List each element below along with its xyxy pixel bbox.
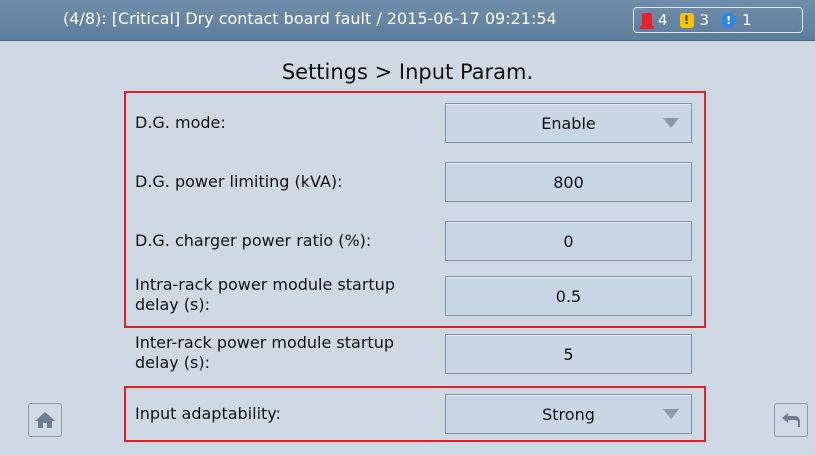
page-title: Settings > Input Param. (281, 60, 534, 84)
critical-count: 4 (658, 11, 668, 29)
home-icon (35, 412, 55, 428)
minor-count: 1 (742, 11, 752, 29)
back-button[interactable] (774, 403, 808, 437)
alarm-message[interactable]: (4/8): [Critical] Dry contact board faul… (63, 9, 557, 28)
highlight-box (124, 91, 706, 328)
alarm-bar[interactable]: (4/8): [Critical] Dry contact board faul… (0, 0, 815, 41)
inter-rack-delay-label: Inter-rack power module startup delay (s… (135, 333, 394, 373)
critical-alarm-icon (640, 13, 654, 29)
major-count: 3 (699, 11, 710, 29)
back-icon (782, 413, 800, 427)
minor-alarm-icon: ! (721, 12, 737, 28)
label-line: delay (s): (135, 353, 211, 372)
inter-rack-delay-value: 5 (563, 344, 574, 364)
inter-rack-delay-input[interactable]: 5 (445, 334, 692, 374)
major-alarm-icon: ! (679, 12, 694, 28)
highlight-box (124, 386, 706, 442)
alarm-counts[interactable]: 4 ! 3 ! 1 (633, 7, 803, 33)
home-button[interactable] (28, 403, 62, 437)
label-line: Inter-rack power module startup (135, 333, 394, 352)
